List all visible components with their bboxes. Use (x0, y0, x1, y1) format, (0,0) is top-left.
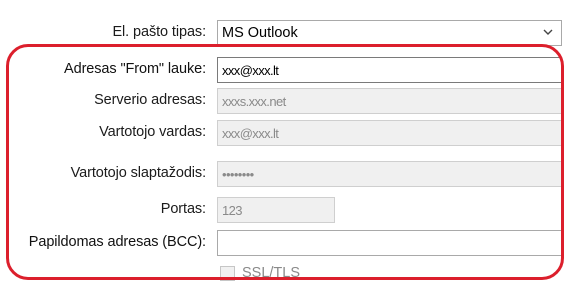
ssl-tls-checkbox[interactable] (220, 266, 235, 281)
port-value: 123 (222, 203, 242, 218)
server-address-row: Serverio adresas: xxxs.xxx.net (0, 88, 570, 114)
from-address-label: Adresas "From" lauke: (64, 61, 206, 77)
server-address-label: Serverio adresas: (94, 92, 206, 108)
port-label: Portas: (160, 201, 206, 217)
username-input[interactable]: xxx@xxx.lt (217, 120, 562, 146)
email-type-row: El. pašto tipas: MS Outlook (0, 20, 570, 46)
chevron-down-icon (543, 29, 553, 35)
email-settings-form: El. pašto tipas: MS Outlook Adresas "Fro… (0, 0, 570, 285)
port-row: Portas: 123 (0, 197, 570, 223)
ssl-tls-label: SSL/TLS (242, 265, 301, 281)
password-label: Vartotojo slaptažodis: (70, 165, 206, 181)
server-address-input[interactable]: xxxs.xxx.net (217, 88, 562, 114)
username-value: xxx@xxx.lt (222, 126, 279, 141)
email-type-value: MS Outlook (222, 25, 298, 41)
server-address-value: xxxs.xxx.net (222, 94, 286, 109)
from-address-row: Adresas "From" lauke: xxx@xxx.lt (0, 57, 570, 83)
email-type-select[interactable]: MS Outlook (217, 20, 562, 46)
from-address-value: xxx@xxx.lt (222, 63, 279, 78)
username-row: Vartotojo vardas: xxx@xxx.lt (0, 120, 570, 146)
bcc-input[interactable] (217, 230, 562, 256)
bcc-row: Papildomas adresas (BCC): (0, 230, 570, 256)
password-row: Vartotojo slaptažodis: •••••••• (0, 161, 570, 187)
from-address-input[interactable]: xxx@xxx.lt (217, 57, 562, 83)
password-value: •••••••• (222, 167, 254, 182)
password-input[interactable]: •••••••• (217, 161, 562, 187)
bcc-label: Papildomas adresas (BCC): (28, 234, 206, 250)
username-label: Vartotojo vardas: (99, 124, 206, 140)
email-type-label: El. pašto tipas: (112, 24, 206, 40)
port-input[interactable]: 123 (217, 197, 335, 223)
